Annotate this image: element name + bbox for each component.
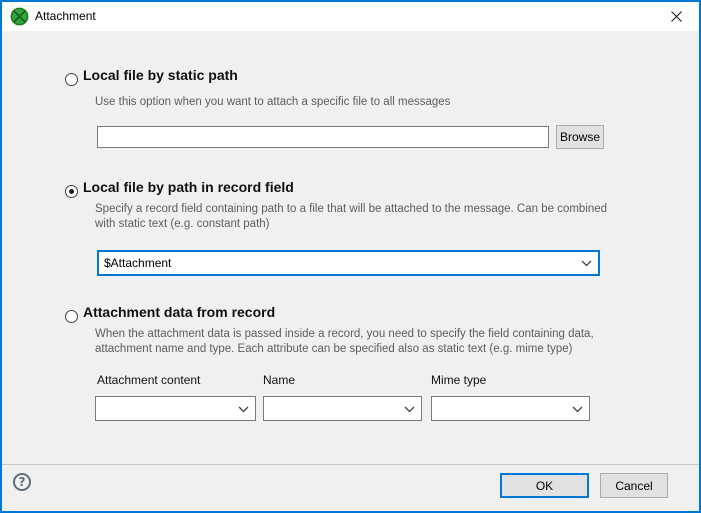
record-field-combobox-value: $Attachment <box>104 252 578 274</box>
chevron-down-icon[interactable] <box>581 260 592 267</box>
record-field-combobox[interactable]: $Attachment <box>97 250 600 276</box>
option-desc-data-from-record: When the attachment data is passed insid… <box>95 327 594 357</box>
browse-button-label: Browse <box>560 130 600 144</box>
option-desc-record-field: Specify a record field containing path t… <box>95 202 607 232</box>
help-icon[interactable]: ? <box>13 473 31 491</box>
mime-type-combobox[interactable] <box>431 396 590 421</box>
footer-divider <box>2 464 699 465</box>
window-title: Attachment <box>35 9 96 23</box>
name-value <box>269 397 401 420</box>
clover-icon <box>10 7 29 26</box>
help-glyph: ? <box>19 475 26 489</box>
mime-type-label: Mime type <box>431 373 486 387</box>
option-desc-static-path: Use this option when you want to attach … <box>95 95 450 110</box>
option-label-data-from-record[interactable]: Attachment data from record <box>83 304 275 320</box>
radio-path-in-record-field[interactable] <box>65 185 78 198</box>
radio-attachment-data-from-record[interactable] <box>65 310 78 323</box>
chevron-down-icon[interactable] <box>404 406 415 413</box>
attachment-content-label: Attachment content <box>97 373 200 387</box>
name-label: Name <box>263 373 295 387</box>
title-bar: Attachment <box>2 2 699 31</box>
ok-button[interactable]: OK <box>500 473 589 498</box>
radio-local-file-static-path[interactable] <box>65 73 78 86</box>
name-combobox[interactable] <box>263 396 422 421</box>
chevron-down-icon[interactable] <box>572 406 583 413</box>
mime-type-value <box>437 397 569 420</box>
option-label-static-path[interactable]: Local file by static path <box>83 67 238 83</box>
close-x-icon <box>671 11 682 22</box>
cancel-button[interactable]: Cancel <box>600 473 668 498</box>
chevron-down-icon[interactable] <box>238 406 249 413</box>
cancel-button-label: Cancel <box>615 479 652 493</box>
attachment-dialog: Attachment Local file by static path Use… <box>0 0 701 513</box>
attachment-content-combobox[interactable] <box>95 396 256 421</box>
static-path-input[interactable] <box>97 126 549 148</box>
ok-button-label: OK <box>536 479 553 493</box>
option-label-record-field[interactable]: Local file by path in record field <box>83 179 294 195</box>
close-button[interactable] <box>657 2 695 30</box>
browse-button[interactable]: Browse <box>556 125 604 149</box>
attachment-content-value <box>101 397 235 420</box>
